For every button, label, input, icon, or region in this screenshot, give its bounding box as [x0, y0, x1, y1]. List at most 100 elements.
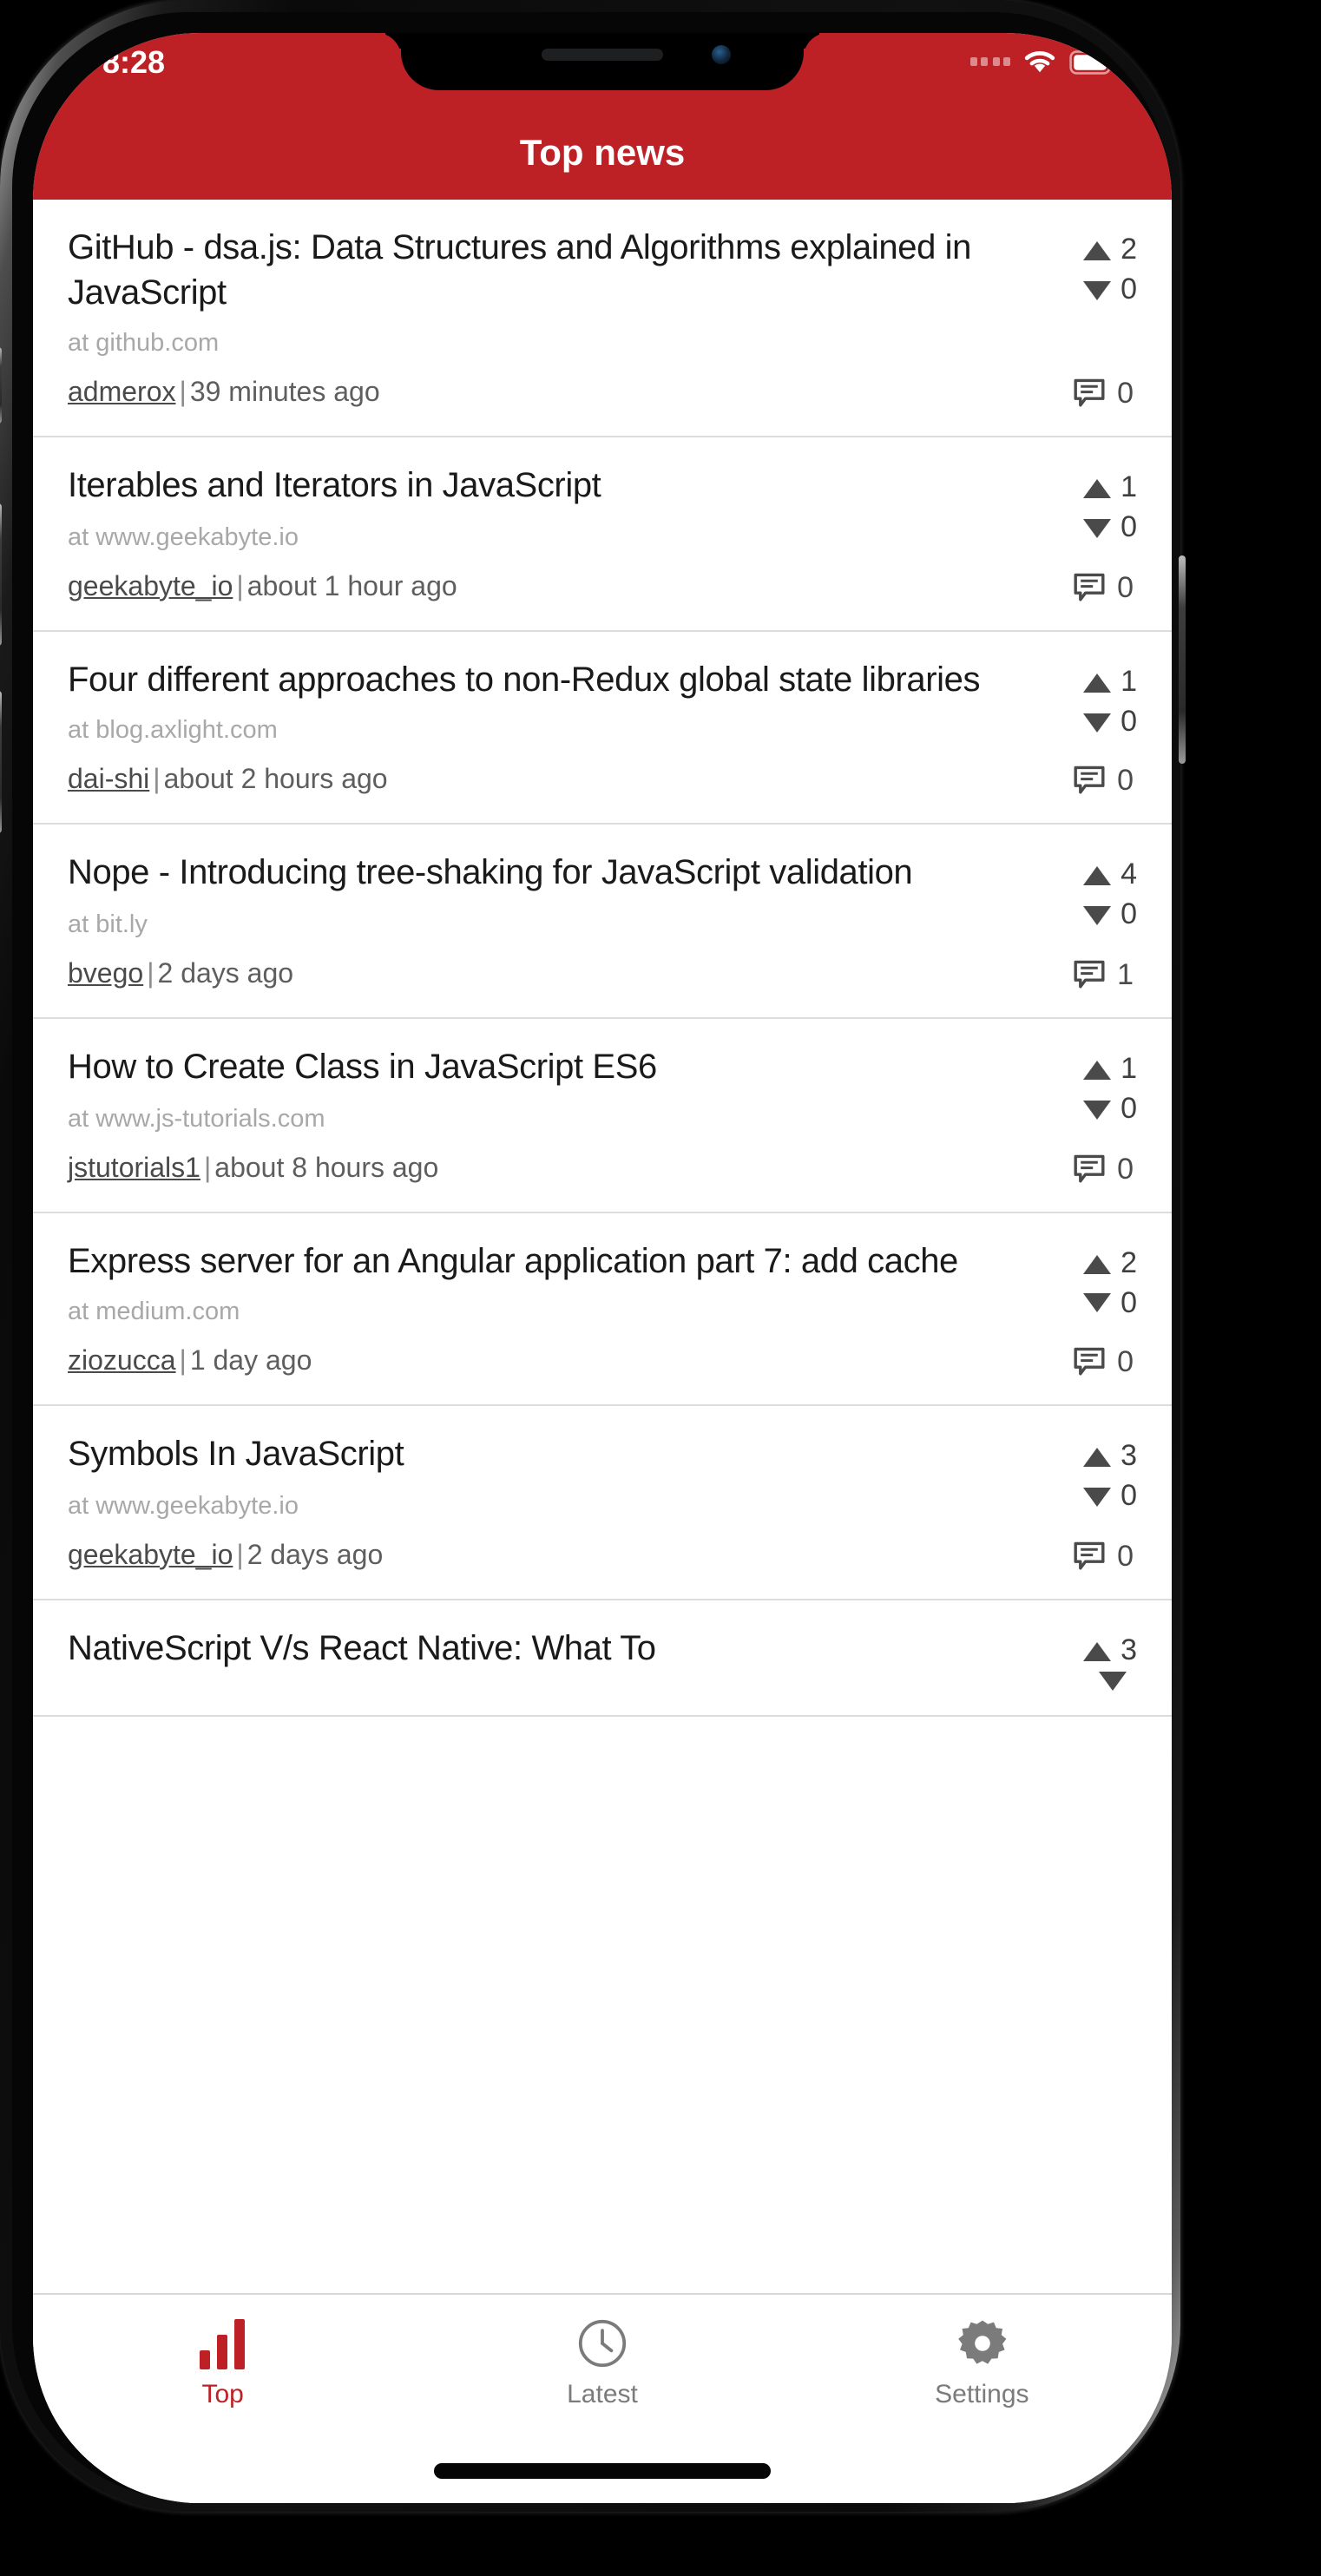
downvote-arrow-icon[interactable] — [1082, 1100, 1111, 1120]
upvote-control[interactable]: 1 — [1047, 469, 1137, 509]
upvote-count: 2 — [1121, 233, 1137, 266]
comment-bubble-icon[interactable] — [1072, 573, 1105, 604]
news-item[interactable]: NativeScript V/s React Native: What To 3 — [33, 1600, 1172, 1717]
tab-latest[interactable]: Latest — [412, 2295, 792, 2409]
news-author-link[interactable]: jstutorials1 — [68, 1153, 200, 1183]
news-title[interactable]: GitHub - dsa.js: Data Structures and Alg… — [68, 227, 1029, 316]
news-author-link[interactable]: ziozucca — [68, 1347, 176, 1377]
comment-bubble-icon[interactable] — [1072, 378, 1105, 410]
news-meta: geekabyte_io | 2 days ago — [68, 1541, 383, 1573]
downvote-control[interactable]: 0 — [1047, 897, 1137, 936]
comment-count: 1 — [1117, 957, 1134, 991]
news-author-link[interactable]: bvego — [68, 960, 143, 989]
news-item[interactable]: Express server for an Angular applicatio… — [33, 1212, 1172, 1407]
news-item[interactable]: GitHub - dsa.js: Data Structures and Alg… — [33, 200, 1172, 438]
comment-bubble-icon[interactable] — [1072, 1541, 1105, 1573]
news-title[interactable]: How to Create Class in JavaScript ES6 — [68, 1047, 1029, 1091]
vote-block: 1 0 — [1047, 660, 1137, 743]
upvote-control[interactable]: 2 — [1047, 231, 1137, 271]
downvote-count: 0 — [1121, 704, 1137, 738]
downvote-control[interactable]: 0 — [1047, 1090, 1137, 1130]
comment-count: 0 — [1117, 377, 1134, 411]
device-notch — [401, 33, 804, 90]
meta-separator: | — [236, 572, 244, 602]
upvote-arrow-icon[interactable] — [1082, 240, 1111, 260]
news-title[interactable]: Nope - Introducing tree-shaking for Java… — [68, 853, 1029, 897]
comment-bubble-icon[interactable] — [1072, 766, 1105, 798]
news-title[interactable]: Iterables and Iterators in JavaScript — [68, 465, 1029, 509]
news-author-link[interactable]: geekabyte_io — [68, 1541, 233, 1571]
upvote-control[interactable]: 1 — [1047, 1050, 1137, 1090]
downvote-control[interactable]: 0 — [1047, 509, 1137, 549]
power-button[interactable] — [1179, 555, 1186, 764]
comment-count: 0 — [1117, 764, 1134, 798]
downvote-count: 0 — [1121, 1285, 1137, 1318]
comments-control[interactable]: 0 — [1072, 571, 1137, 606]
news-domain: at www.geekabyte.io — [68, 1492, 299, 1521]
downvote-arrow-icon[interactable] — [1082, 1293, 1111, 1313]
comments-control[interactable]: 0 — [1072, 765, 1137, 799]
upvote-control[interactable]: 2 — [1047, 1244, 1137, 1284]
news-author-link[interactable]: dai-shi — [68, 766, 149, 796]
downvote-control[interactable]: 0 — [1047, 271, 1137, 311]
upvote-count: 3 — [1121, 1439, 1137, 1473]
news-list[interactable]: GitHub - dsa.js: Data Structures and Alg… — [33, 200, 1172, 2130]
upvote-arrow-icon[interactable] — [1082, 1448, 1111, 1468]
tab-top[interactable]: Top — [33, 2295, 412, 2409]
tab-settings[interactable]: Settings — [792, 2295, 1172, 2409]
news-item[interactable]: Nope - Introducing tree-shaking for Java… — [33, 825, 1172, 1019]
comment-bubble-icon[interactable] — [1072, 960, 1105, 991]
news-item[interactable]: How to Create Class in JavaScript ES6 at… — [33, 1018, 1172, 1213]
upvote-arrow-icon[interactable] — [1082, 1641, 1111, 1661]
news-item[interactable]: Four different approaches to non-Redux g… — [33, 631, 1172, 825]
upvote-control[interactable]: 1 — [1047, 663, 1137, 703]
downvote-arrow-icon[interactable] — [1082, 906, 1111, 926]
comments-control[interactable]: 0 — [1072, 377, 1137, 411]
comment-bubble-icon[interactable] — [1072, 1153, 1105, 1185]
comment-bubble-icon[interactable] — [1072, 1347, 1105, 1378]
volume-down-button[interactable] — [0, 691, 2, 833]
comments-control[interactable]: 0 — [1072, 1540, 1137, 1574]
upvote-arrow-icon[interactable] — [1082, 866, 1111, 886]
upvote-arrow-icon[interactable] — [1082, 1060, 1111, 1080]
volume-up-button[interactable] — [0, 503, 2, 646]
news-author-link[interactable]: geekabyte_io — [68, 573, 233, 602]
meta-separator: | — [203, 1153, 212, 1184]
news-title[interactable]: Four different approaches to non-Redux g… — [68, 660, 1029, 704]
news-item[interactable]: Iterables and Iterators in JavaScript at… — [33, 437, 1172, 632]
comments-control[interactable]: 1 — [1072, 958, 1137, 993]
upvote-control[interactable]: 3 — [1047, 1437, 1137, 1477]
downvote-control[interactable]: 0 — [1047, 702, 1137, 742]
upvote-control[interactable]: 3 — [1047, 1632, 1137, 1672]
news-author-link[interactable]: admerox — [68, 378, 176, 408]
tab-settings-label: Settings — [935, 2380, 1029, 2409]
clock-icon[interactable] — [576, 2317, 628, 2369]
downvote-arrow-icon[interactable] — [1082, 1488, 1111, 1508]
news-title[interactable]: Symbols In JavaScript — [68, 1434, 1029, 1478]
downvote-arrow-icon[interactable] — [1082, 280, 1111, 300]
news-time: about 8 hours ago — [214, 1153, 439, 1184]
upvote-control[interactable]: 4 — [1047, 857, 1137, 897]
upvote-arrow-icon[interactable] — [1082, 479, 1111, 499]
downvote-control[interactable]: 0 — [1047, 1284, 1137, 1324]
upvote-arrow-icon[interactable] — [1082, 673, 1111, 693]
news-title[interactable]: NativeScript V/s React Native: What To — [68, 1628, 1029, 1672]
gear-icon[interactable] — [956, 2317, 1008, 2369]
phone-frame: 8:28 Top news GitHub - dsa.js: Data Stru… — [0, 0, 1186, 2512]
news-item[interactable]: Symbols In JavaScript at www.geekabyte.i… — [33, 1406, 1172, 1600]
home-indicator[interactable] — [434, 2463, 771, 2479]
upvote-arrow-icon[interactable] — [1082, 1254, 1111, 1274]
downvote-arrow-icon[interactable] — [1082, 519, 1111, 539]
comments-control[interactable]: 0 — [1072, 1345, 1137, 1380]
downvote-arrow-icon[interactable] — [1099, 1671, 1127, 1691]
comments-control[interactable]: 0 — [1072, 1152, 1137, 1186]
mute-switch[interactable] — [0, 347, 2, 424]
downvote-arrow-icon[interactable] — [1082, 713, 1111, 733]
vote-block: 1 0 — [1047, 1047, 1137, 1130]
upvote-count: 4 — [1121, 858, 1137, 891]
news-time: 1 day ago — [189, 1347, 312, 1377]
bar-chart-icon[interactable] — [200, 2317, 246, 2369]
downvote-control[interactable]: 0 — [1047, 1477, 1137, 1517]
downvote-control[interactable] — [1047, 1671, 1137, 1691]
news-title[interactable]: Express server for an Angular applicatio… — [68, 1240, 1029, 1285]
